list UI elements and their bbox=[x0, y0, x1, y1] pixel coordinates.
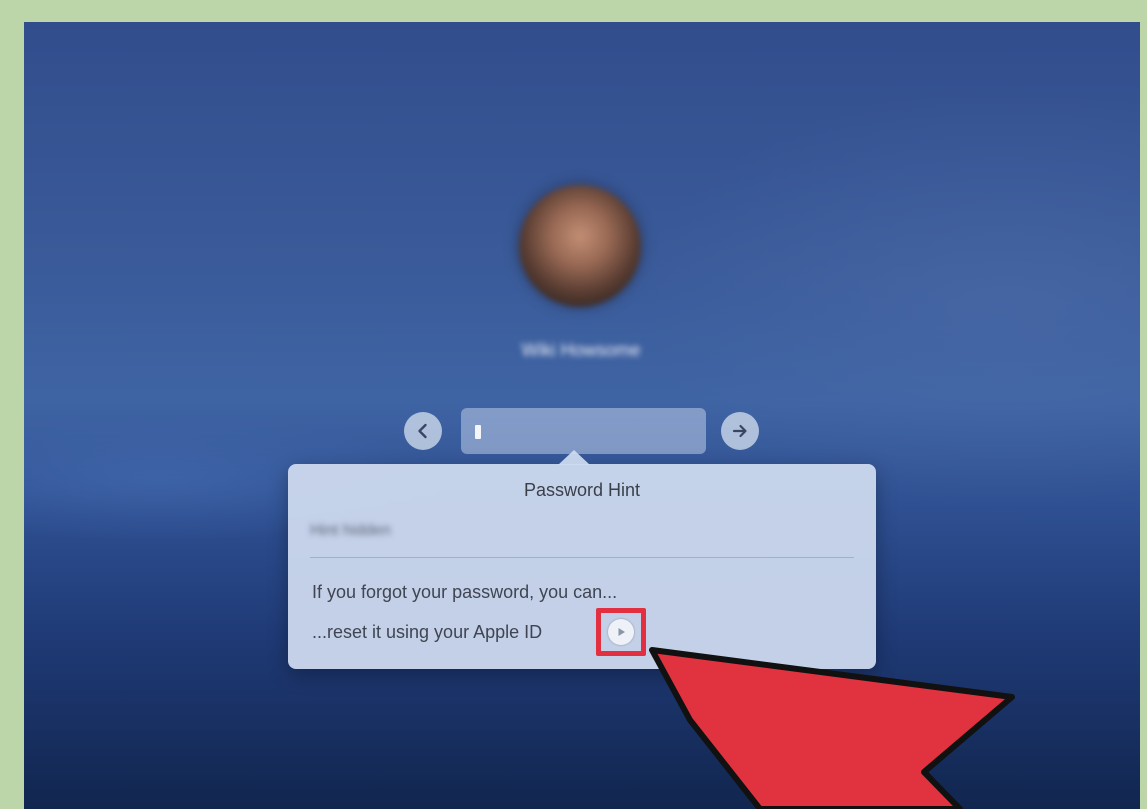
submit-button[interactable] bbox=[721, 412, 759, 450]
login-screen: Wiki Howsome Password Hint Hint hidden I… bbox=[24, 22, 1140, 809]
reset-row: ...reset it using your Apple ID bbox=[312, 622, 542, 643]
back-button[interactable] bbox=[404, 412, 442, 450]
reset-apple-id-button[interactable] bbox=[596, 608, 646, 656]
forgot-password-text: If you forgot your password, you can... bbox=[312, 582, 618, 602]
chevron-left-icon bbox=[418, 423, 427, 439]
popover-title: Password Hint bbox=[523, 480, 641, 500]
user-avatar[interactable] bbox=[519, 185, 641, 307]
password-hint-popover: Password Hint Hint hidden If you forgot … bbox=[288, 450, 876, 669]
password-mask-dot bbox=[475, 425, 481, 439]
play-circle-icon bbox=[608, 619, 634, 645]
arrow-right-icon bbox=[732, 424, 747, 438]
user-name: Wiki Howsome bbox=[521, 340, 641, 360]
divider bbox=[310, 557, 854, 558]
password-hint-text: Hint hidden bbox=[310, 522, 391, 539]
popover-tail bbox=[558, 450, 590, 465]
password-input[interactable] bbox=[461, 408, 706, 454]
reset-apple-id-text: ...reset it using your Apple ID bbox=[312, 622, 543, 642]
